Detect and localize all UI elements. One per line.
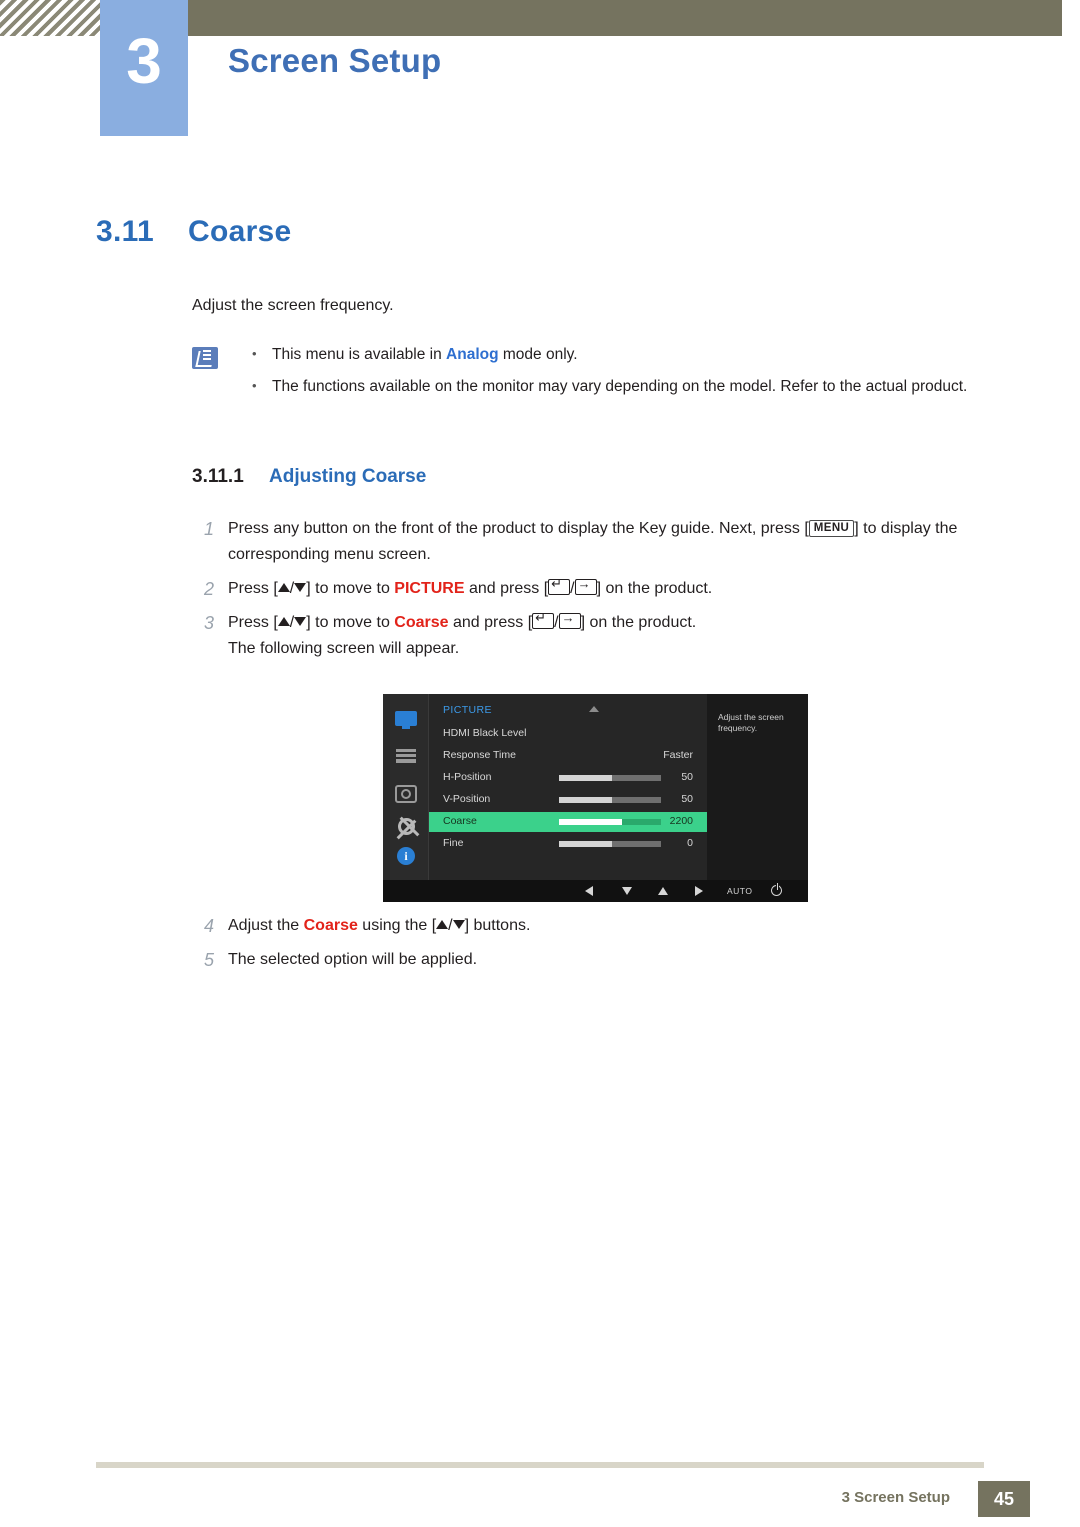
- osd-row-label: Response Time: [443, 749, 516, 761]
- osd-row-fine: Fine 0: [429, 834, 707, 854]
- scroll-up-icon: [589, 706, 599, 712]
- note-bullet-list: This menu is available in Analog mode on…: [244, 342, 1004, 407]
- osd-row-value: 0: [687, 837, 693, 849]
- chapter-title: Screen Setup: [228, 42, 442, 79]
- subsection-heading: 3.11.1 Adjusting Coarse: [192, 466, 426, 488]
- step-number: 2: [203, 579, 214, 599]
- osd-row-label: HDMI Black Level: [443, 727, 527, 739]
- step-text: Press [/] to move to PICTURE and press […: [228, 576, 712, 597]
- list-item: This menu is available in Analog mode on…: [244, 342, 1004, 367]
- list-item: 5 The selected option will be applied.: [192, 947, 1012, 973]
- osd-row-value: Faster: [663, 749, 693, 761]
- list-item: 4 Adjust the Coarse using the [/] button…: [192, 913, 1012, 939]
- step-number: 1: [203, 519, 214, 539]
- osd-row-label: V-Position: [443, 793, 491, 805]
- osd-row-h-position: H-Position 50: [429, 768, 707, 788]
- osd-row-slider: [559, 819, 661, 825]
- note-text-1b: mode only.: [498, 346, 578, 363]
- header-hatch-pattern: [0, 0, 100, 36]
- list-item: 2 Press [/] to move to PICTURE and press…: [192, 576, 1012, 602]
- osd-row-v-position: V-Position 50: [429, 790, 707, 810]
- steps-list-continued: 4 Adjust the Coarse using the [/] button…: [192, 913, 1012, 981]
- step-text: Press any button on the front of the pro…: [228, 520, 958, 563]
- step-number: 4: [203, 916, 214, 936]
- brightness-icon: [394, 784, 418, 804]
- section-title: Coarse: [188, 215, 292, 248]
- osd-icon-sidebar: i: [383, 694, 429, 880]
- osd-row-slider: [559, 797, 661, 803]
- osd-row-slider: [559, 841, 661, 847]
- header-right-cap: [1062, 0, 1080, 36]
- osd-row-label: Coarse: [443, 815, 477, 827]
- monitor-icon: [394, 708, 418, 729]
- step-text: Adjust the Coarse using the [/] buttons.: [228, 917, 531, 934]
- osd-row-slider: [559, 775, 661, 781]
- osd-row-value: 50: [681, 793, 693, 805]
- osd-row-label: H-Position: [443, 771, 492, 783]
- down-arrow-icon: [619, 885, 635, 897]
- osd-menu-title: PICTURE: [443, 704, 492, 716]
- footer-divider: [96, 1462, 984, 1468]
- osd-row-value: 2200: [669, 815, 693, 827]
- power-icon: [771, 883, 782, 896]
- list-item: The functions available on the monitor m…: [244, 374, 1004, 399]
- up-arrow-icon: [655, 885, 671, 897]
- osd-row-hdmi-black-level: HDMI Black Level: [429, 724, 707, 744]
- osd-menu-panel: PICTURE HDMI Black Level Response Time F…: [429, 694, 707, 880]
- section-intro-text: Adjust the screen frequency.: [192, 297, 394, 314]
- auto-label: AUTO: [727, 886, 753, 896]
- osd-figure: i PICTURE HDMI Black Level Response Time…: [383, 694, 808, 902]
- footer-chapter-label: 3 Screen Setup: [841, 1489, 950, 1506]
- gear-icon: [394, 816, 418, 836]
- osd-help-panel: Adjust the screen frequency.: [708, 694, 808, 880]
- step-3-subtext: The following screen will appear.: [228, 640, 460, 657]
- chapter-number: 3: [126, 25, 162, 97]
- right-arrow-icon: [691, 885, 707, 897]
- note-icon: [192, 347, 218, 369]
- list-item: 3 Press [/] to move to Coarse and press …: [192, 610, 1012, 662]
- steps-list: 1 Press any button on the front of the p…: [192, 516, 1012, 670]
- osd-key-guide-bar: AUTO: [383, 880, 808, 902]
- info-icon: i: [394, 846, 418, 866]
- list-item: 1 Press any button on the front of the p…: [192, 516, 1012, 568]
- osd-row-label: Fine: [443, 837, 464, 849]
- section-heading: 3.11 Coarse: [96, 215, 292, 249]
- note-emphasis-analog: Analog: [446, 346, 499, 363]
- note-text-2: The functions available on the monitor m…: [272, 378, 968, 395]
- step-text: Press [/] to move to Coarse and press [/…: [228, 610, 696, 631]
- step-number: 5: [203, 950, 214, 970]
- note-text-1a: This menu is available in: [272, 346, 447, 363]
- page-number: 45: [978, 1481, 1030, 1517]
- step-text: The selected option will be applied.: [228, 951, 478, 968]
- left-arrow-icon: [581, 885, 597, 897]
- subsection-title: Adjusting Coarse: [269, 466, 427, 487]
- section-number: 3.11: [96, 215, 154, 248]
- osd-help-text: Adjust the screen frequency.: [718, 712, 784, 733]
- subsection-number: 3.11.1: [192, 466, 244, 487]
- osd-row-value: 50: [681, 771, 693, 783]
- bars-icon: [394, 746, 418, 766]
- step-number: 3: [203, 613, 214, 633]
- osd-row-coarse-selected: Coarse 2200: [429, 812, 707, 832]
- osd-row-response-time: Response Time Faster: [429, 746, 707, 766]
